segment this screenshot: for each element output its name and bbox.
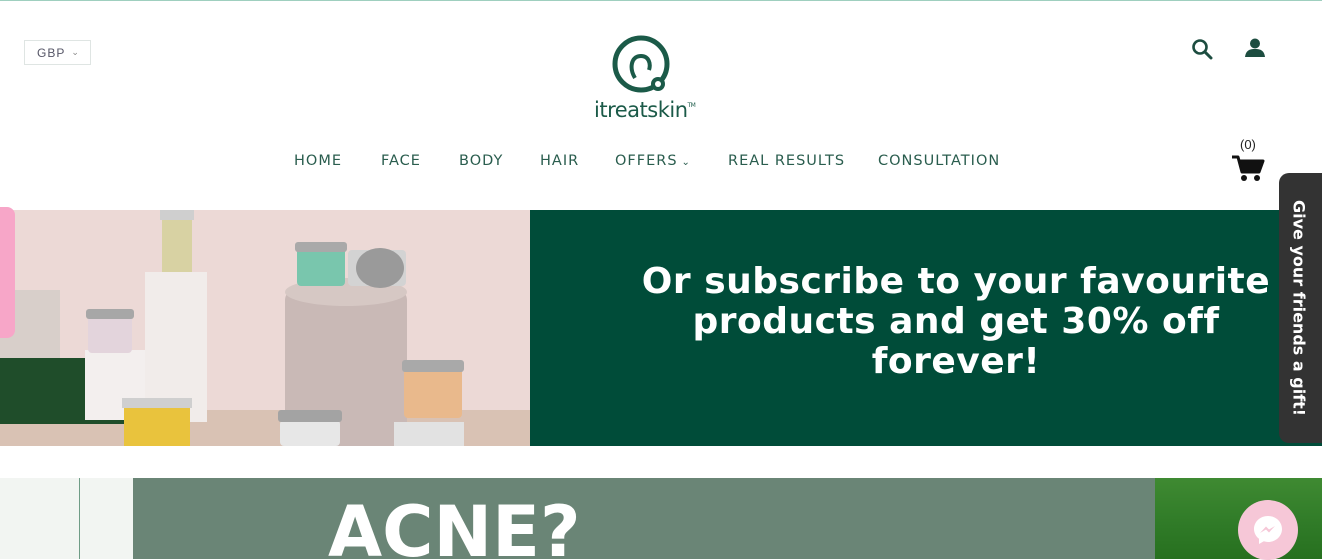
user-icon[interactable]	[1244, 37, 1266, 59]
gift-side-tab[interactable]: Give your friends a gift!	[1279, 173, 1322, 443]
promo-headline: ACNE?	[328, 491, 581, 559]
promo-left-strip	[0, 478, 133, 559]
logo-mark-icon	[612, 35, 670, 93]
logo-tm: TM	[687, 102, 696, 109]
site-logo[interactable]: itreatskinTM	[594, 34, 704, 126]
logo-text: itreatskin	[594, 98, 688, 122]
nav-face[interactable]: FACE	[381, 153, 421, 169]
nav-offers[interactable]: OFFERS ⌄	[615, 153, 691, 169]
gift-tab-label: Give your friends a gift!	[1289, 199, 1309, 417]
banner-line-1: Or subscribe to your favourite	[641, 261, 1271, 302]
chevron-down-icon: ⌄	[71, 47, 80, 57]
banner-headline: Or subscribe to your favourite products …	[590, 262, 1322, 382]
currency-value: GBP	[37, 45, 66, 60]
side-tab-left[interactable]	[0, 207, 15, 338]
nav-offers-label: OFFERS	[615, 153, 678, 169]
top-border	[0, 0, 1322, 1]
nav-real-results[interactable]: REAL RESULTS	[728, 153, 845, 169]
messenger-button[interactable]	[1238, 500, 1298, 560]
banner-line-2: products and get 30% off	[692, 301, 1220, 342]
chevron-down-icon: ⌄	[681, 157, 691, 168]
nav-home[interactable]: HOME	[294, 153, 342, 169]
nav-hair[interactable]: HAIR	[540, 153, 579, 169]
search-icon[interactable]	[1191, 38, 1213, 60]
cart-icon[interactable]	[1231, 154, 1265, 182]
promo-acne-panel[interactable]: ACNE?	[133, 478, 1155, 559]
hero-banner[interactable]: Or subscribe to your favourite products …	[0, 210, 1322, 446]
logo-wordmark: itreatskinTM	[594, 98, 704, 122]
divider-line	[79, 478, 80, 559]
nav-body[interactable]: BODY	[459, 153, 503, 169]
messenger-icon	[1254, 516, 1282, 544]
promo-image	[1155, 478, 1322, 559]
cart-count: (0)	[1240, 137, 1256, 152]
currency-selector[interactable]: GBP ⌄	[24, 40, 91, 65]
nav-consultation[interactable]: CONSULTATION	[878, 153, 1000, 169]
product-jars-image	[0, 210, 530, 446]
banner-line-3: forever!	[871, 341, 1041, 382]
promo-section: ACNE?	[0, 478, 1322, 559]
product-photo	[0, 210, 530, 446]
